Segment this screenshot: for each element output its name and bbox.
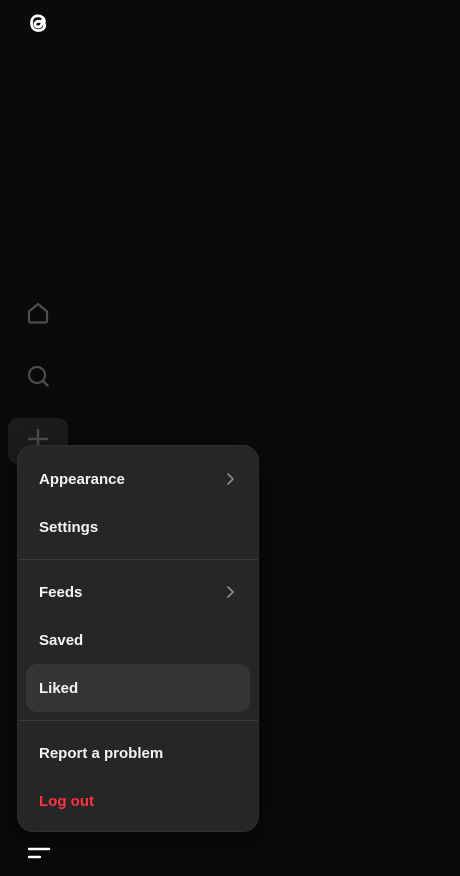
menu-item-label: Saved xyxy=(39,631,84,649)
menu-item-feeds[interactable]: Feeds xyxy=(26,568,250,616)
menu-item-label: Feeds xyxy=(39,583,83,601)
menu-item-label: Log out xyxy=(39,792,94,810)
chevron-right-icon xyxy=(227,586,234,598)
threads-logo-icon[interactable] xyxy=(22,7,54,39)
menu-item-label: Liked xyxy=(39,679,79,697)
app-root: Appearance Settings Feeds Saved Liked Re… xyxy=(0,0,460,876)
menu-divider xyxy=(18,720,258,721)
chevron-right-icon xyxy=(227,473,234,485)
menu-item-label: Settings xyxy=(39,518,99,536)
menu-item-label: Report a problem xyxy=(39,744,164,762)
nav-home-button[interactable] xyxy=(8,292,68,338)
menu-item-liked[interactable]: Liked xyxy=(26,664,250,712)
menu-item-label: Appearance xyxy=(39,470,125,488)
menu-item-report-problem[interactable]: Report a problem xyxy=(26,729,250,777)
more-menu: Appearance Settings Feeds Saved Liked Re… xyxy=(17,445,259,832)
menu-item-appearance[interactable]: Appearance xyxy=(26,455,250,503)
menu-divider xyxy=(18,559,258,560)
menu-icon xyxy=(27,844,51,867)
menu-item-settings[interactable]: Settings xyxy=(26,503,250,551)
menu-item-saved[interactable]: Saved xyxy=(26,616,250,664)
more-menu-button[interactable] xyxy=(22,838,56,872)
menu-item-log-out[interactable]: Log out xyxy=(26,777,250,825)
nav-search-button[interactable] xyxy=(8,355,68,401)
search-icon xyxy=(25,363,51,394)
home-icon xyxy=(25,300,51,331)
